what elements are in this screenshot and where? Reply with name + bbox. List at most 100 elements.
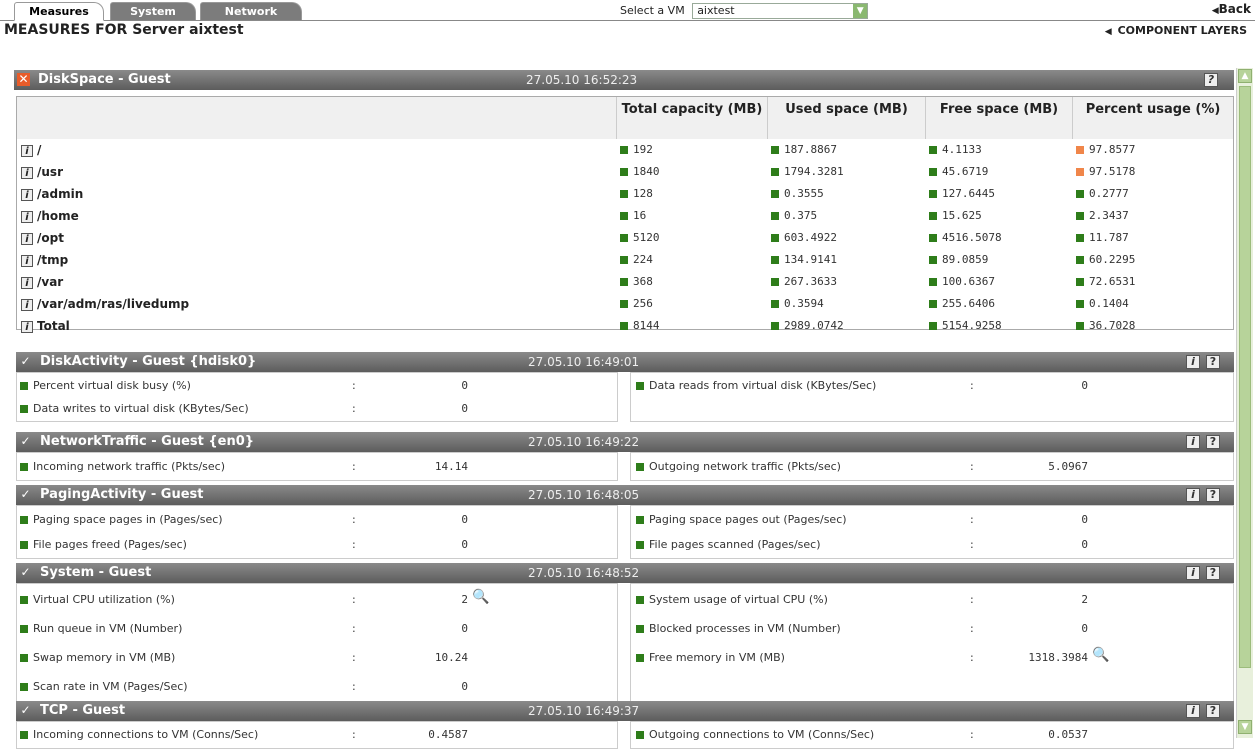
- info-icon[interactable]: i: [21, 254, 33, 267]
- measure-value: 1318.3984: [1028, 651, 1088, 664]
- close-icon[interactable]: ✕: [17, 73, 30, 86]
- help-icon[interactable]: ?: [1206, 704, 1220, 718]
- cell-used: 267.3633: [771, 271, 837, 293]
- measure-value: 0: [461, 538, 468, 551]
- separator: :: [352, 538, 356, 551]
- info-icon[interactable]: i: [1186, 355, 1200, 369]
- section-timestamp: 27.05.10 16:49:37: [528, 704, 640, 718]
- status-indicator-icon: [620, 256, 628, 264]
- info-icon[interactable]: i: [1186, 704, 1200, 718]
- measure-value: 0: [461, 622, 468, 635]
- status-indicator-icon: [929, 190, 937, 198]
- cell-value: 1794.3281: [784, 165, 844, 178]
- status-indicator-icon: [620, 146, 628, 154]
- measure-row: Virtual CPU utilization (%): 2 🔍: [20, 585, 620, 614]
- help-icon[interactable]: ?: [1206, 355, 1220, 369]
- help-icon[interactable]: ?: [1206, 435, 1220, 449]
- cell-value: 4516.5078: [942, 231, 1002, 244]
- cell-free: 127.6445: [929, 183, 995, 205]
- cell-value: 5154.9258: [942, 319, 1002, 332]
- cell-value: 0.2777: [1089, 187, 1129, 200]
- column-header: Total capacity (MB): [616, 97, 767, 139]
- section-title: TCP - Guest: [40, 703, 126, 718]
- scroll-up-icon[interactable]: ▲: [1238, 69, 1252, 83]
- separator: :: [352, 680, 356, 693]
- info-icon[interactable]: i: [1186, 488, 1200, 502]
- section-timestamp: 27.05.10 16:52:23: [526, 73, 638, 87]
- vm-select-dropdown[interactable]: aixtest ▼: [692, 3, 869, 19]
- status-indicator-icon: [20, 382, 28, 390]
- row-label: i /: [21, 139, 41, 161]
- vm-select-label: Select a VM: [620, 4, 685, 17]
- tab-system[interactable]: System: [110, 2, 196, 20]
- section-timestamp: 27.05.10 16:49:01: [528, 355, 640, 369]
- status-indicator-icon: [620, 300, 628, 308]
- info-icon[interactable]: i: [21, 232, 33, 245]
- help-icon[interactable]: ?: [1206, 566, 1220, 580]
- measure-label: Data writes to virtual disk (KBytes/Sec): [33, 402, 249, 415]
- section-timestamp: 27.05.10 16:48:05: [528, 488, 640, 502]
- tab-measures[interactable]: Measures: [14, 2, 104, 21]
- cell-value: 8144: [633, 319, 660, 332]
- scroll-down-icon[interactable]: ▼: [1238, 720, 1252, 734]
- cell-free: 255.6406: [929, 293, 995, 315]
- measure-label: Outgoing network traffic (Pkts/sec): [649, 460, 841, 473]
- measure-row: Paging space pages out (Pages/sec): 0: [636, 507, 1236, 532]
- measure-value: 0: [461, 402, 468, 415]
- info-icon[interactable]: i: [21, 276, 33, 289]
- help-icon[interactable]: ?: [1206, 488, 1220, 502]
- cell-used: 134.9141: [771, 249, 837, 271]
- tab-network[interactable]: Network: [200, 2, 302, 20]
- separator: :: [970, 622, 974, 635]
- vertical-scrollbar[interactable]: ▲ ▼: [1236, 68, 1253, 738]
- status-indicator-icon: [929, 322, 937, 330]
- separator: :: [352, 622, 356, 635]
- cell-pct: 72.6531: [1076, 271, 1135, 293]
- info-icon[interactable]: i: [1186, 435, 1200, 449]
- measure-row: Paging space pages in (Pages/sec): 0: [20, 507, 620, 532]
- status-indicator-icon: [1076, 190, 1084, 198]
- info-icon[interactable]: i: [21, 320, 33, 333]
- scrollbar-thumb[interactable]: [1239, 86, 1251, 668]
- cell-pct: 0.1404: [1076, 293, 1129, 315]
- info-icon[interactable]: i: [21, 166, 33, 179]
- cell-free: 45.6719: [929, 161, 988, 183]
- help-icon[interactable]: ?: [1204, 73, 1218, 87]
- cell-value: 5120: [633, 231, 660, 244]
- status-indicator-icon: [929, 146, 937, 154]
- magnifier-icon[interactable]: 🔍: [472, 583, 489, 612]
- table-row: i/opt 5120 603.4922 4516.5078 11.787: [17, 227, 1233, 249]
- measure-label: Percent virtual disk busy (%): [33, 379, 191, 392]
- info-icon[interactable]: i: [21, 210, 33, 223]
- info-icon[interactable]: i: [1186, 566, 1200, 580]
- info-icon[interactable]: i: [21, 144, 33, 157]
- table-row: i Total 8144 2989.0742 5154.9258 36.7028: [17, 315, 1233, 337]
- cell-pct: 36.7028: [1076, 315, 1135, 337]
- cell-value: 0.3555: [784, 187, 824, 200]
- cell-pct: 97.5178: [1076, 161, 1135, 183]
- vm-select-value: aixtest: [697, 4, 735, 17]
- magnifier-icon[interactable]: 🔍: [1092, 641, 1109, 670]
- measure-value: 0: [1081, 379, 1088, 392]
- chevron-down-icon[interactable]: ▼: [853, 4, 868, 18]
- status-indicator-icon: [20, 625, 28, 633]
- section-timestamp: 27.05.10 16:49:22: [528, 435, 640, 449]
- back-link[interactable]: ◀Back: [1212, 2, 1251, 16]
- measure-label: Paging space pages in (Pages/sec): [33, 513, 223, 526]
- status-indicator-icon: [771, 212, 779, 220]
- measure-row: Run queue in VM (Number): 0: [20, 614, 620, 643]
- separator: :: [970, 513, 974, 526]
- cell-value: 603.4922: [784, 231, 837, 244]
- component-layers-link[interactable]: ◀ COMPONENT LAYERS: [1105, 24, 1247, 37]
- cell-value: 267.3633: [784, 275, 837, 288]
- vm-selector: Select a VM aixtest ▼: [620, 3, 869, 19]
- separator: :: [352, 460, 356, 473]
- info-icon[interactable]: i: [21, 298, 33, 311]
- mount-point: /: [37, 143, 42, 157]
- info-icon[interactable]: i: [21, 188, 33, 201]
- status-indicator-icon: [1076, 300, 1084, 308]
- status-indicator-icon: [620, 322, 628, 330]
- status-indicator-icon: [20, 463, 28, 471]
- cell-free: 15.625: [929, 205, 982, 227]
- measure-row: Swap memory in VM (MB): 10.24: [20, 643, 620, 672]
